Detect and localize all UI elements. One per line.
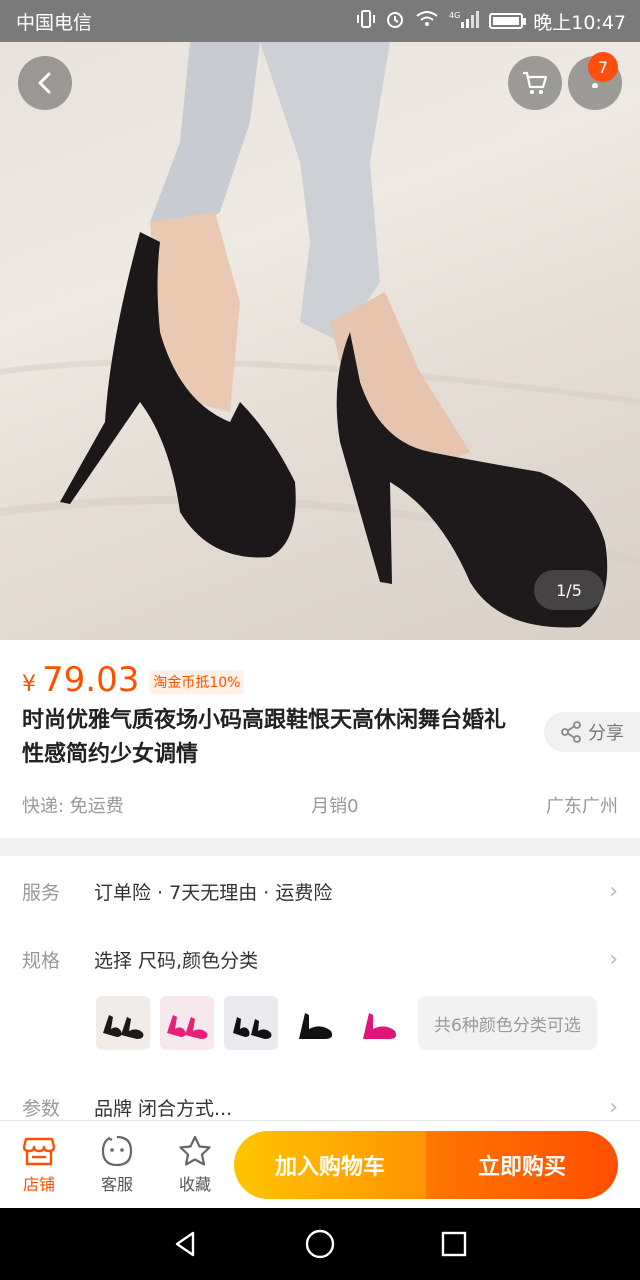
status-icons: 4G 晚上10:47 xyxy=(357,8,626,35)
store-icon xyxy=(22,1137,56,1165)
product-title: 时尚优雅气质夜场小码高跟鞋恨天高休闲舞台婚礼性感简约少女调情 xyxy=(22,708,507,767)
network-label: 4G xyxy=(449,11,460,20)
chevron-right-icon: › xyxy=(609,1095,618,1120)
spec-value: 选择 尺码,颜色分类 xyxy=(94,950,259,972)
customer-service-button[interactable]: 客服 xyxy=(78,1135,156,1195)
service-key: 服务 xyxy=(22,882,61,904)
spec-select-row[interactable]: 规格 选择 尺码,颜色分类 › xyxy=(22,946,618,973)
shoe-icon xyxy=(103,1015,144,1039)
favorite-button[interactable]: 收藏 xyxy=(156,1135,234,1195)
shipping-info: 快递: 免运费 xyxy=(22,796,124,817)
chevron-right-icon: › xyxy=(609,879,618,904)
buy-now-button[interactable]: 立即购买 xyxy=(426,1131,618,1199)
param-value: 品牌 闭合方式... xyxy=(94,1098,233,1120)
product-info: ¥ 79.03 淘金币抵10% 时尚优雅气质夜场小码高跟鞋恨天高休闲舞台婚礼性感… xyxy=(0,640,640,838)
system-nav-bar xyxy=(0,1208,640,1280)
specs-section: 服务 订单险 · 7天无理由 · 运费险 › 规格 选择 尺码,颜色分类 › 共… xyxy=(0,856,640,1126)
share-button[interactable]: 分享 xyxy=(544,712,640,752)
add-to-cart-button[interactable]: 加入购物车 xyxy=(234,1131,426,1199)
shoe-icon xyxy=(299,1013,333,1039)
recents-square-icon[interactable] xyxy=(439,1229,469,1259)
purchase-buttons: 加入购物车 立即购买 xyxy=(234,1131,618,1199)
clock: 晚上10:47 xyxy=(533,11,626,34)
cart-button[interactable] xyxy=(508,56,562,110)
product-photo xyxy=(0,42,640,628)
chevron-left-icon xyxy=(38,72,51,94)
shoe-icon xyxy=(363,1013,397,1039)
spec-key: 规格 xyxy=(22,950,61,972)
cart-count-badge: 7 xyxy=(588,52,618,82)
color-thumb-black-single[interactable] xyxy=(288,996,342,1050)
chevron-right-icon: › xyxy=(609,947,618,972)
share-label: 分享 xyxy=(588,723,624,744)
store-button[interactable]: 店铺 xyxy=(0,1135,78,1195)
service-value: 订单险 · 7天无理由 · 运费险 xyxy=(94,882,333,904)
service-face-icon xyxy=(101,1135,133,1166)
product-image-carousel[interactable]: 7 1/5 xyxy=(0,42,640,640)
star-icon xyxy=(179,1135,211,1166)
shoe-icon xyxy=(233,1017,272,1039)
color-thumb-pink-pair[interactable] xyxy=(160,996,214,1050)
ship-location: 广东广州 xyxy=(546,796,618,817)
monthly-sales: 月销0 xyxy=(311,796,359,817)
price: 79.03 xyxy=(42,660,140,700)
vibrate-icon xyxy=(357,9,376,34)
color-thumbnails: 共6种颜色分类可选 xyxy=(96,996,597,1050)
image-pager: 1/5 xyxy=(534,570,604,610)
color-thumb-black-pair[interactable] xyxy=(96,996,150,1050)
bottom-action-bar: 店铺 客服 收藏 加入购物车 立即购买 xyxy=(0,1120,640,1208)
alarm-icon xyxy=(385,9,405,34)
signal-icon: 4G xyxy=(449,10,480,33)
store-label: 店铺 xyxy=(22,1174,55,1194)
service-label: 客服 xyxy=(100,1174,133,1194)
currency-symbol: ¥ xyxy=(22,672,36,697)
home-circle-icon[interactable] xyxy=(304,1228,336,1260)
battery-icon xyxy=(489,13,527,29)
coin-discount-tag: 淘金币抵10% xyxy=(149,670,245,694)
favorite-label: 收藏 xyxy=(178,1174,211,1194)
wifi-icon xyxy=(415,10,439,33)
carrier-label: 中国电信 xyxy=(16,11,93,34)
share-icon xyxy=(561,721,581,743)
params-row[interactable]: 参数 品牌 闭合方式... › xyxy=(22,1094,618,1121)
service-row[interactable]: 服务 订单险 · 7天无理由 · 运费险 › xyxy=(22,878,618,905)
param-key: 参数 xyxy=(22,1098,61,1120)
back-button[interactable] xyxy=(18,56,72,110)
color-thumb-pink-single[interactable] xyxy=(352,996,406,1050)
meta-row: 快递: 免运费 月销0 广东广州 xyxy=(22,792,618,818)
status-bar: 中国电信 4G 晚上10:47 xyxy=(0,0,640,42)
color-thumb-black-pair-2[interactable] xyxy=(224,996,278,1050)
cart-icon xyxy=(523,71,548,94)
more-button[interactable]: 7 xyxy=(568,52,622,110)
more-colors-chip[interactable]: 共6种颜色分类可选 xyxy=(418,996,597,1050)
shoe-icon xyxy=(167,1015,208,1039)
back-triangle-icon[interactable] xyxy=(171,1229,201,1259)
price-row: ¥ 79.03 淘金币抵10% xyxy=(22,660,245,700)
